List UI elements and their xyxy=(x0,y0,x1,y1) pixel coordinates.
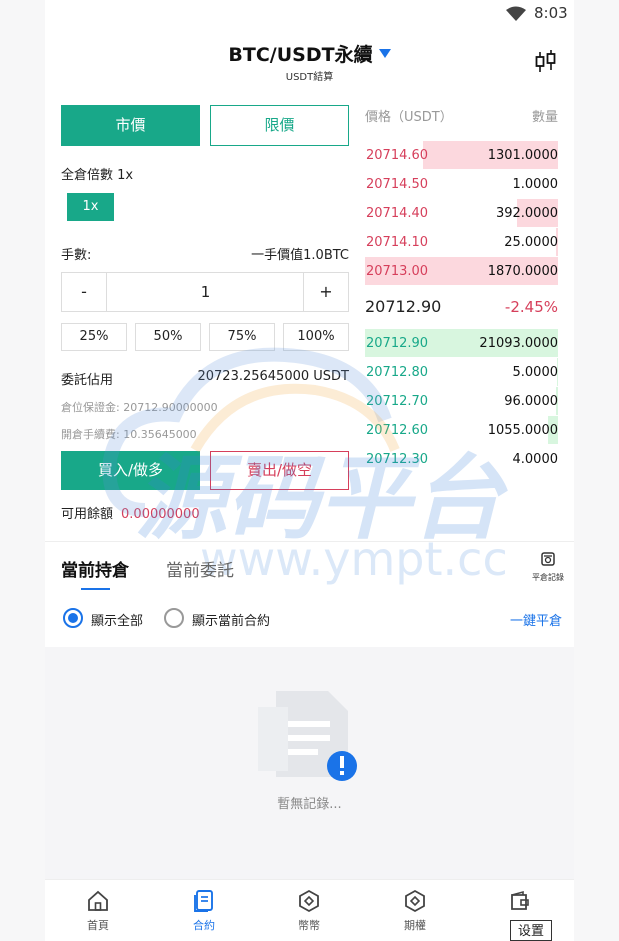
tab-coin-label: 幣幣 xyxy=(298,919,320,932)
bid-row[interactable]: 20712.30 4.0000 xyxy=(365,445,558,473)
status-bar: 8:03 xyxy=(45,0,574,28)
bottom-tab-bar: 首頁 合約 幣幣 期權 xyxy=(45,879,574,941)
price-header: 價格（USDT） xyxy=(365,110,453,125)
show-all-radio[interactable] xyxy=(63,608,83,628)
dropdown-triangle-icon xyxy=(378,49,391,58)
ask-price: 20713.00 xyxy=(366,264,429,279)
contract-icon xyxy=(194,890,213,912)
margin-label: 委託佔用 xyxy=(61,373,114,388)
bid-qty: 96.0000 xyxy=(504,394,558,409)
tab-home-label: 首頁 xyxy=(87,919,109,932)
close-record-button[interactable]: 平倉記錄 xyxy=(528,551,568,583)
qty-header: 數量 xyxy=(531,110,558,125)
open-fee: 開倉手續費: 10.35645000 xyxy=(61,428,197,441)
show-current-radio[interactable] xyxy=(164,608,184,628)
option-icon xyxy=(405,889,425,913)
ask-qty: 25.0000 xyxy=(504,235,558,250)
quantity-label: 手數: xyxy=(61,248,92,263)
bid-qty: 21093.0000 xyxy=(479,336,558,351)
wifi-icon xyxy=(506,6,526,21)
tab-option-label: 期權 xyxy=(404,919,426,932)
increment-button[interactable]: + xyxy=(303,273,348,311)
candlestick-chart-icon[interactable] xyxy=(535,48,557,74)
ask-qty: 1870.0000 xyxy=(487,264,558,279)
close-record-label: 平倉記錄 xyxy=(532,573,564,582)
lot-value-label: 一手價值1.0BTC xyxy=(251,248,349,263)
quantity-stepper: - 1 + xyxy=(61,272,349,312)
bid-row[interactable]: 20712.70 96.0000 xyxy=(365,387,558,415)
settings-tooltip: 设置 xyxy=(510,920,552,941)
status-time: 8:03 xyxy=(534,4,568,22)
ask-row[interactable]: 20714.50 1.0000 xyxy=(365,170,558,198)
ask-price: 20714.50 xyxy=(366,177,429,192)
ask-price: 20714.60 xyxy=(366,148,429,163)
ask-price: 20714.40 xyxy=(366,206,429,221)
available-balance: 可用餘額 0.00000000 xyxy=(61,503,200,522)
tab-contract-label: 合約 xyxy=(193,919,215,932)
record-icon xyxy=(541,552,555,566)
limit-order-tab[interactable]: 限價 xyxy=(210,105,349,146)
percent-50-button[interactable]: 50% xyxy=(135,323,201,351)
tab-home[interactable]: 首頁 xyxy=(63,880,133,933)
ask-qty: 392.0000 xyxy=(495,206,558,221)
sell-short-button[interactable]: 賣出/做空 xyxy=(210,451,349,490)
bid-price: 20712.90 xyxy=(366,336,429,351)
bid-price: 20712.60 xyxy=(366,423,429,438)
ask-row[interactable]: 20714.40 392.0000 xyxy=(365,199,558,227)
tab-current-positions[interactable]: 當前持倉 xyxy=(61,556,129,581)
settlement-label: USDT結算 xyxy=(285,72,334,83)
leverage-button[interactable]: 1x xyxy=(67,193,114,221)
percent-25-button[interactable]: 25% xyxy=(61,323,127,351)
percent-75-button[interactable]: 75% xyxy=(209,323,275,351)
ask-qty: 1301.0000 xyxy=(487,148,558,163)
ask-row[interactable]: 20714.60 1301.0000 xyxy=(365,141,558,169)
pair-title: BTC/USDT永續 xyxy=(228,44,373,66)
margin-value: 20723.25645000 USDT xyxy=(197,369,349,384)
bid-price: 20712.80 xyxy=(366,365,429,380)
price-change: -2.45% xyxy=(504,298,558,316)
ask-row[interactable]: 20714.10 25.0000 xyxy=(365,228,558,256)
empty-text: 暫無記錄... xyxy=(277,797,342,812)
coin-icon xyxy=(299,889,319,913)
bid-price: 20712.70 xyxy=(366,394,429,409)
available-value: 0.00000000 xyxy=(121,507,200,522)
empty-document-icon xyxy=(258,691,357,781)
buy-long-button[interactable]: 買入/做多 xyxy=(61,451,200,490)
leverage-label: 全倉倍數 1x xyxy=(61,168,134,183)
decrement-button[interactable]: - xyxy=(62,273,107,311)
bid-qty: 1055.0000 xyxy=(487,423,558,438)
bid-qty: 5.0000 xyxy=(512,365,559,380)
show-current-label: 顯示當前合約 xyxy=(192,614,271,629)
percent-100-button[interactable]: 100% xyxy=(283,323,349,351)
bid-price: 20712.30 xyxy=(366,452,429,467)
show-all-label: 顯示全部 xyxy=(91,614,144,629)
app-screen: 8:03 BTC/USDT永續 USDT結算 市價 限價 全倉倍數 1x 1x … xyxy=(45,0,574,941)
tab-contract[interactable]: 合約 xyxy=(169,880,239,933)
section-divider xyxy=(45,541,574,542)
wallet-icon xyxy=(511,890,529,910)
ask-price: 20714.10 xyxy=(366,235,429,250)
market-order-tab[interactable]: 市價 xyxy=(61,105,200,146)
bid-row[interactable]: 20712.80 5.0000 xyxy=(365,358,558,386)
last-price: 20712.90 xyxy=(365,297,442,316)
home-icon xyxy=(88,890,108,911)
orderbook-header: 價格（USDT） 數量 xyxy=(365,106,558,125)
available-label: 可用餘額 xyxy=(61,507,114,522)
quantity-input[interactable]: 1 xyxy=(107,273,304,311)
pair-selector[interactable]: BTC/USDT永續 xyxy=(45,40,574,67)
close-all-button[interactable]: 一鍵平倉 xyxy=(510,610,562,629)
bid-qty: 4.0000 xyxy=(512,452,559,467)
active-tab-indicator xyxy=(81,588,110,590)
ask-row[interactable]: 20713.00 1870.0000 xyxy=(365,257,558,285)
position-margin: 倉位保證金: 20712.90000000 xyxy=(61,401,218,414)
tab-option[interactable]: 期權 xyxy=(380,880,450,933)
ask-qty: 1.0000 xyxy=(512,177,559,192)
tab-current-orders[interactable]: 當前委託 xyxy=(166,556,234,581)
bid-row[interactable]: 20712.60 1055.0000 xyxy=(365,416,558,444)
tab-coin[interactable]: 幣幣 xyxy=(274,880,344,933)
bid-row[interactable]: 20712.90 21093.0000 xyxy=(365,329,558,357)
tab-wallet[interactable] xyxy=(485,880,555,917)
